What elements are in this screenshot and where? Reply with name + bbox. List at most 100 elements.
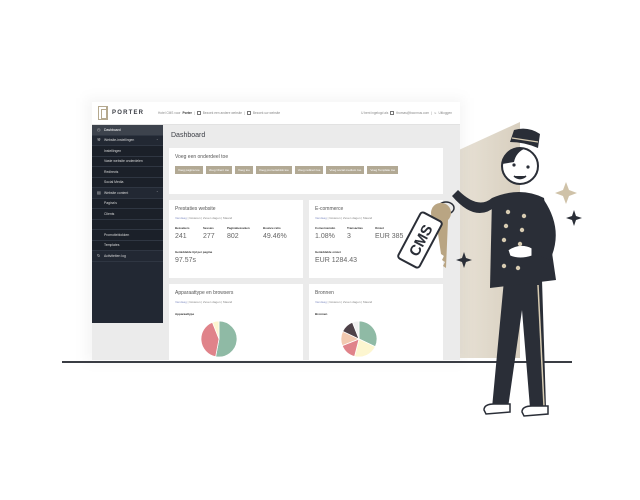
sidebar-item-dashboard[interactable]: ◷ Dashboard — [92, 125, 163, 136]
stat-bounce-ratio: Bounce ratio 49.46% — [263, 226, 287, 240]
chart-label: Bronnen — [315, 312, 328, 316]
sidebar-item-clients[interactable]: Clients — [92, 209, 163, 220]
sparkle-icon — [555, 182, 577, 204]
door-logo-icon — [98, 106, 108, 120]
stat-visitors: Bezoekers 241 — [175, 226, 197, 240]
sidebar-item-pages[interactable]: Pagina's — [92, 198, 163, 209]
stat-sessions: Sessies 277 — [203, 226, 221, 240]
chevron-up-icon: ˆ — [156, 137, 158, 143]
visit-site-link[interactable]: Bezoek uw website — [253, 111, 280, 115]
stat-label: Gemiddelde omzet — [315, 250, 341, 254]
devices-card: Apparaattype en browsers Vandaag | Giste… — [169, 284, 303, 360]
add-page-button[interactable]: Voeg pagina toe — [175, 166, 203, 175]
card-title: Bronnen — [315, 290, 334, 296]
period-month[interactable]: Maand — [363, 300, 372, 304]
stat-value: 3 — [347, 233, 351, 240]
add-item-button[interactable]: Voeg toe — [235, 166, 253, 175]
card-title: E-commerce — [315, 206, 344, 212]
period-seven-days[interactable]: Zeven dagen — [343, 216, 361, 220]
external-link-icon — [246, 111, 251, 115]
sidebar-item-label: Vaste website onderdelen — [104, 159, 143, 164]
stat-label: Sessies — [203, 226, 214, 230]
stat-value: EUR 1284.43 — [315, 257, 358, 264]
sidebar-item-label: Pagina's — [104, 201, 117, 206]
period-month[interactable]: Maand — [223, 216, 232, 220]
add-redirect-button[interactable]: Voeg redirect toe — [294, 166, 324, 175]
sidebar-item-label: Redirects — [104, 169, 119, 174]
avg-row: Gemiddelde tijd per pagina 97.57s — [175, 250, 218, 264]
history-icon: ↻ — [97, 252, 101, 258]
period-yesterday[interactable]: Gisteren — [329, 300, 340, 304]
shoe — [483, 403, 511, 415]
add-promo-block-button[interactable]: Voeg promotieblok toe — [255, 166, 292, 175]
sidebar-item-fixed-parts[interactable]: Vaste website onderdelen — [92, 156, 163, 167]
sidebar-item-website-settings[interactable]: ⚒ Website-instellingen ˆ — [92, 136, 163, 146]
sidebar-item-empty[interactable] — [92, 219, 163, 230]
sparkle-icon — [566, 210, 582, 226]
dashboard-icon: ◷ — [97, 126, 101, 132]
sidebar: ◷ Dashboard ⚒ Website-instellingen ˆ Ins… — [92, 125, 163, 323]
logout-icon: ↪ — [433, 111, 437, 115]
sidebar-item-templates[interactable]: Templates — [92, 240, 163, 251]
porter-logo[interactable]: PORTER — [98, 106, 152, 120]
add-social-medium-button[interactable]: Voeg social medium toe — [326, 166, 365, 175]
period-seven-days[interactable]: Zeven dagen — [203, 216, 221, 220]
sidebar-item-label: Website content — [104, 190, 129, 195]
period-yesterday[interactable]: Gisteren — [189, 216, 200, 220]
stat-label: Paginabezoeken — [227, 226, 250, 230]
period-selector: Vandaag | Gisteren | Zeven dagen | Maand — [315, 216, 373, 220]
window-icon — [196, 111, 201, 115]
sidebar-item-label: Instellingen — [104, 148, 122, 153]
wrench-icon: ⚒ — [97, 137, 101, 143]
performance-card: Prestaties website Vandaag | Gisteren | … — [169, 200, 303, 278]
period-yesterday[interactable]: Gisteren — [329, 216, 340, 220]
stat-avg-revenue: Gemiddelde omzet EUR 1284.43 — [315, 250, 357, 264]
sidebar-item-settings[interactable]: Instellingen — [92, 146, 163, 157]
sidebar-item-social-media[interactable]: Social Media — [92, 177, 163, 188]
sidebar-item-label: Website-instellingen — [104, 138, 135, 143]
sidebar-item-label: Promotieblokken — [104, 232, 130, 237]
intro-text: Hotel CMS voor — [158, 111, 181, 115]
sidebar-item-redirects[interactable]: Redirects — [92, 167, 163, 178]
card-title: Voeg een onderdeel toe — [175, 154, 229, 160]
stat-value: 49.46% — [263, 233, 287, 240]
period-selector: Vandaag | Gisteren | Zeven dagen | Maand — [175, 216, 233, 220]
period-today[interactable]: Vandaag — [315, 216, 327, 220]
period-month[interactable]: Maand — [223, 300, 232, 304]
logged-in-label: U bent ingelogd als — [361, 111, 389, 115]
stat-row: Bezoekers 241 Sessies 277 Paginabezoeken 80… — [175, 226, 293, 240]
cms-tag: CMS — [397, 211, 443, 269]
stat-transactions: Transacties 3 — [347, 226, 369, 240]
other-site-link[interactable]: Bezoek een andere website — [203, 111, 242, 115]
user-email[interactable]: thomas@bconnus.com — [396, 111, 429, 115]
stat-value: 97.57s — [175, 257, 197, 264]
porter-mascot-illustration: CMS — [397, 128, 582, 417]
logout-link[interactable]: Uitloggen — [439, 111, 452, 115]
card-title: Apparaattype en browsers — [175, 290, 234, 296]
chevron-up-icon: ˆ — [156, 190, 158, 196]
stat-label: Bounce ratio — [263, 226, 281, 230]
content-icon: ▤ — [97, 189, 101, 195]
sidebar-item-label: Activiteiten log — [104, 253, 126, 258]
sparkle-icon — [456, 252, 472, 268]
period-yesterday[interactable]: Gisteren — [189, 300, 200, 304]
user-icon — [390, 111, 395, 115]
sidebar-item-label: Social Media — [104, 180, 124, 185]
card-title: Prestaties website — [175, 206, 216, 212]
add-client-button[interactable]: Voeg Client toe — [205, 166, 233, 175]
period-today[interactable]: Vandaag — [175, 216, 187, 220]
period-seven-days[interactable]: Zeven dagen — [203, 300, 221, 304]
sidebar-item-label: Clients — [104, 211, 115, 216]
sidebar-item-activity-log[interactable]: ↻ Activiteiten log — [92, 251, 163, 262]
sidebar-item-promo-blocks[interactable]: Promotieblokken — [92, 230, 163, 241]
stat-pageviews: Paginabezoeken 802 — [227, 226, 257, 240]
period-month[interactable]: Maand — [363, 216, 372, 220]
period-seven-days[interactable]: Zeven dagen — [343, 300, 361, 304]
stat-avg-time: Gemiddelde tijd per pagina 97.57s — [175, 250, 212, 264]
sources-pie-chart — [341, 321, 377, 357]
period-today[interactable]: Vandaag — [315, 300, 327, 304]
device-type-pie-chart — [201, 321, 237, 357]
stat-value: 1.08% — [315, 233, 335, 240]
sidebar-item-website-content[interactable]: ▤ Website content ˆ — [92, 188, 163, 199]
period-today[interactable]: Vandaag — [175, 300, 187, 304]
